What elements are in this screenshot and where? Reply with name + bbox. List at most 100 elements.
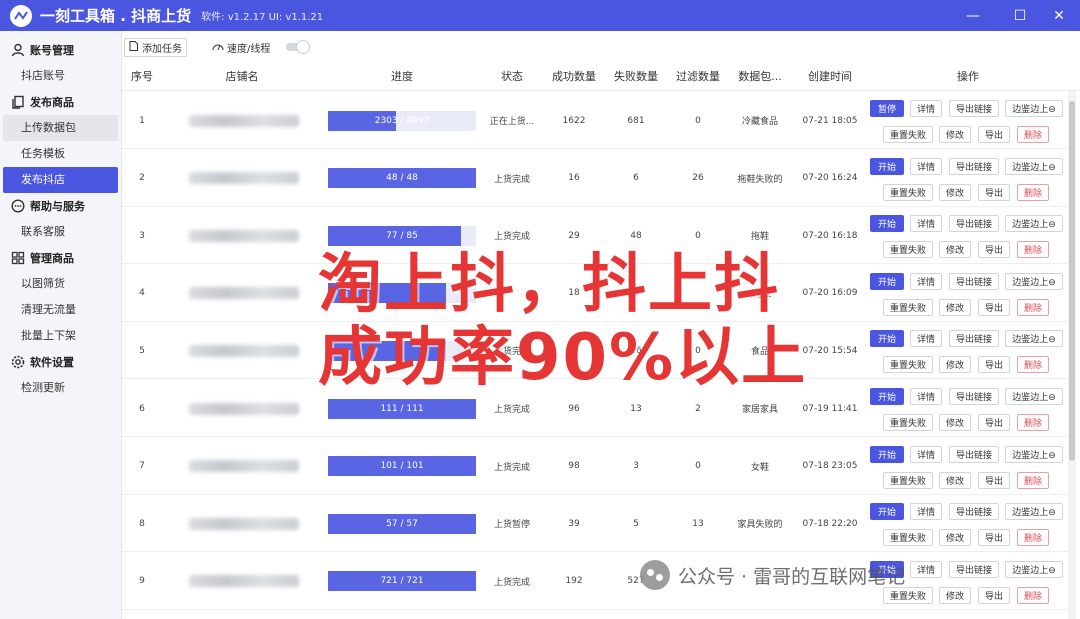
pause-button[interactable]: 暂停 [870,100,904,117]
start-button[interactable]: 开始 [870,388,904,405]
edit-button[interactable]: 修改 [939,126,971,143]
detail-button[interactable]: 详情 [910,100,942,117]
reset-fail-button[interactable]: 重置失败 [883,356,933,374]
delete-button[interactable]: 删除 [1017,298,1049,316]
delete-button[interactable]: 删除 [1017,126,1049,143]
edge-check-button[interactable]: 边鉴边上⊖ [1005,388,1063,405]
sidebar-item-contact-service[interactable]: 联系客服 [3,219,118,245]
detail-button[interactable]: 详情 [910,560,942,578]
export-button[interactable]: 导出 [978,126,1010,143]
detail-button[interactable]: 详情 [910,503,942,521]
nav-group-help[interactable]: 帮助与服务 [0,193,121,219]
nav-group-publish[interactable]: 发布商品 [0,89,121,115]
table-row[interactable]: 7 101 / 101 上货完成 98 3 0 女鞋 07-18 23:05 开始 详情 导出链接边… [122,438,1068,495]
delete-button[interactable]: 删除 [1017,241,1049,259]
start-button[interactable]: 开始 [870,272,904,290]
export-link-button[interactable]: 导出链接 [949,445,999,463]
export-button[interactable]: 导出 [978,414,1010,431]
export-button[interactable]: 导出 [978,241,1010,259]
edit-button[interactable]: 修改 [939,356,971,374]
detail-button[interactable]: 详情 [910,272,942,290]
delete-button[interactable]: 删除 [1017,356,1049,374]
export-link-button[interactable]: 导出链接 [949,388,999,405]
edit-button[interactable]: 修改 [939,586,971,604]
delete-button[interactable]: 删除 [1017,529,1049,547]
nav-group-account[interactable]: 账号管理 [0,37,121,63]
sidebar-item-batch-shelf[interactable]: 批量上下架 [3,323,118,349]
app-version: 软件: v1.2.17 UI: v1.1.21 [201,12,324,23]
edit-button[interactable]: 修改 [939,241,971,259]
start-button[interactable]: 开始 [870,503,904,521]
edge-check-button[interactable]: 边鉴边上⊖ [1005,100,1063,117]
speed-toggle[interactable] [286,40,310,54]
detail-button[interactable]: 详情 [910,157,942,175]
export-button[interactable]: 导出 [978,183,1010,201]
vertical-scrollbar[interactable] [1068,91,1076,619]
edit-button[interactable]: 修改 [939,471,971,489]
progress-bar: 101 / 101 [328,456,476,477]
cell-index: 9 [139,576,145,587]
detail-button[interactable]: 详情 [910,445,942,463]
table-row[interactable]: 9 721 / 721 上货完成 192 527 开始 详情 导出链接 边鉴边上⊖ 重置失败 修改导… [122,553,1068,610]
add-task-button[interactable]: 添加任务 [124,38,187,57]
export-button[interactable]: 导出 [978,471,1010,489]
export-link-button[interactable]: 导出链接 [949,330,999,348]
reset-fail-button[interactable]: 重置失败 [883,241,933,259]
edit-button[interactable]: 修改 [939,183,971,201]
edit-button[interactable]: 修改 [939,529,971,547]
edge-check-button[interactable]: 边鉴边上⊖ [1005,445,1063,463]
edge-check-button[interactable]: 边鉴边上⊖ [1005,157,1063,175]
edge-check-button[interactable]: 边鉴边上⊖ [1005,330,1063,348]
sidebar-item-check-update[interactable]: 检测更新 [3,375,118,401]
nav-group-manage[interactable]: 管理商品 [0,245,121,271]
export-button[interactable]: 导出 [978,529,1010,547]
delete-button[interactable]: 删除 [1017,414,1049,431]
reset-fail-button[interactable]: 重置失败 [883,183,933,201]
reset-fail-button[interactable]: 重置失败 [883,529,933,547]
export-link-button[interactable]: 导出链接 [949,215,999,233]
export-button[interactable]: 导出 [978,356,1010,374]
sidebar-item-image-filter[interactable]: 以图筛货 [3,271,118,297]
minimize-button[interactable]: — [950,0,996,31]
sidebar-item-clean-no-traffic[interactable]: 清理无流量 [3,297,118,323]
sidebar-item-shop-account[interactable]: 抖店账号 [3,63,118,89]
detail-button[interactable]: 详情 [910,330,942,348]
reset-fail-button[interactable]: 重置失败 [883,414,933,431]
edge-check-button[interactable]: 边鉴边上⊖ [1005,272,1063,290]
export-link-button[interactable]: 导出链接 [949,100,999,117]
export-button[interactable]: 导出 [978,298,1010,316]
reset-fail-button[interactable]: 重置失败 [883,126,933,143]
delete-button[interactable]: 删除 [1017,471,1049,489]
export-link-button[interactable]: 导出链接 [949,503,999,521]
start-button[interactable]: 开始 [870,330,904,348]
reset-fail-button[interactable]: 重置失败 [883,298,933,316]
sidebar-item-publish-shop[interactable]: 发布抖店 [3,167,118,193]
delete-button[interactable]: 删除 [1017,183,1049,201]
delete-button[interactable]: 删除 [1017,586,1049,604]
sidebar-item-task-template[interactable]: 任务模板 [3,141,118,167]
export-button[interactable]: 导出 [978,586,1010,604]
export-link-button[interactable]: 导出链接 [949,157,999,175]
sidebar-item-upload-package[interactable]: 上传数据包 [3,115,118,141]
start-button[interactable]: 开始 [870,157,904,175]
nav-group-settings[interactable]: 软件设置 [0,349,121,375]
start-button[interactable]: 开始 [870,215,904,233]
edge-check-button[interactable]: 边鉴边上⊖ [1005,215,1063,233]
start-button[interactable]: 开始 [870,445,904,463]
edge-check-button[interactable]: 边鉴边上⊖ [1005,560,1063,578]
shop-name-blurred [189,229,299,242]
table-row[interactable]: 8 57 / 57 上货暂停 39 5 13 家具失败的 07-18 22:20 开始 详情 导出链… [122,495,1068,553]
close-button[interactable]: ✕ [1036,0,1080,31]
th-filter: 过滤数量 [676,70,720,83]
export-link-button[interactable]: 导出链接 [949,560,999,578]
export-link-button[interactable]: 导出链接 [949,272,999,290]
reset-fail-button[interactable]: 重置失败 [883,471,933,489]
detail-button[interactable]: 详情 [910,388,942,405]
edge-check-button[interactable]: 边鉴边上⊖ [1005,503,1063,521]
table-row[interactable]: 1 2303 / 4997 正在上货... 1622 681 0 冷藏食品 07-21 18:… [122,92,1068,149]
edit-button[interactable]: 修改 [939,298,971,316]
scrollbar-thumb[interactable] [1069,101,1075,461]
edit-button[interactable]: 修改 [939,414,971,431]
table-row[interactable]: 2 48 / 48 上货完成 16 6 26 拖鞋失败的 07-20 16:24 开始 详情 导出链… [122,150,1068,207]
detail-button[interactable]: 详情 [910,215,942,233]
